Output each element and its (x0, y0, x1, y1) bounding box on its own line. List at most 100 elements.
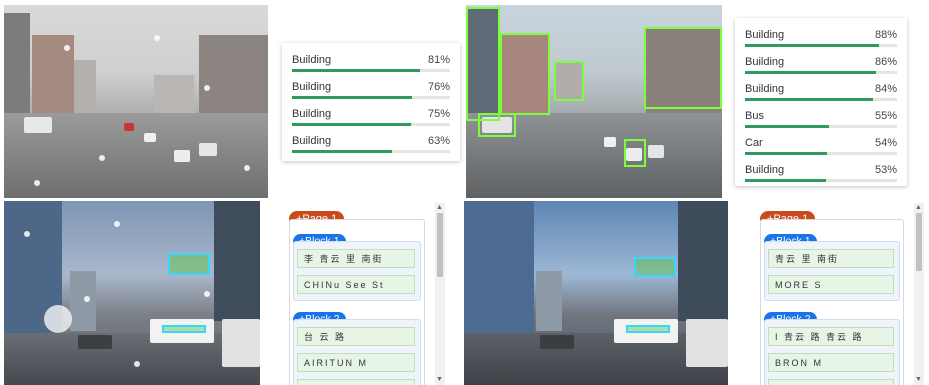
snowflake (34, 180, 40, 186)
building-shape (678, 201, 728, 321)
car-shape (540, 335, 574, 349)
labels-card: Building 81% Building 76% Building 75% B… (282, 43, 460, 161)
label-score: 54% (874, 137, 897, 149)
score-track (292, 96, 450, 99)
sign-text-box (168, 253, 210, 275)
ocr-line[interactable]: BRON M (768, 353, 894, 372)
label-row: Building 84% (745, 83, 897, 109)
ocr-line[interactable]: AIRITUN M (297, 353, 415, 372)
score-fill (745, 44, 879, 47)
label-name: Building (745, 83, 785, 95)
snowflake (24, 231, 30, 237)
label-name: Building (745, 164, 785, 176)
input-image-snow (4, 201, 260, 385)
label-score: 75% (427, 108, 450, 120)
label-score: 53% (874, 164, 897, 176)
ocr-line (297, 379, 415, 385)
car-shape (174, 150, 190, 162)
label-name: Building (745, 56, 785, 68)
score-track (745, 44, 897, 47)
snowflake (204, 291, 210, 297)
scroll-down-icon[interactable]: ▼ (915, 376, 922, 384)
car-shape (199, 143, 217, 156)
building-shape (74, 60, 96, 120)
scrollbar[interactable]: ▲ ▼ (914, 203, 924, 385)
detection-box-building (644, 27, 722, 109)
label-name: Car (745, 137, 763, 149)
score-fill (745, 98, 873, 101)
ocr-line[interactable]: MORE S (768, 275, 894, 294)
truck-shape (222, 319, 260, 367)
detection-box-car (624, 139, 646, 167)
snowflake (84, 296, 90, 302)
snow-blur (44, 305, 72, 333)
label-score: 76% (427, 81, 450, 93)
snowflake (99, 155, 105, 161)
car-shape (648, 145, 664, 158)
label-score: 84% (874, 83, 897, 95)
score-fill (745, 125, 829, 128)
detection-box-building (554, 61, 584, 101)
scrollbar[interactable]: ▲ ▼ (435, 203, 445, 385)
label-row: Building 76% (292, 81, 450, 107)
label-score: 63% (427, 135, 450, 147)
snowflake (244, 165, 250, 171)
car-shape (604, 137, 616, 147)
score-fill (292, 69, 420, 72)
score-fill (745, 152, 828, 155)
ocr-line[interactable]: I 青云 路 青云 路 (768, 327, 894, 346)
sign-text-box (634, 257, 676, 277)
scroll-thumb[interactable] (916, 213, 922, 271)
scroll-up-icon[interactable]: ▲ (915, 204, 922, 212)
label-name: Building (745, 29, 785, 41)
ocr-result-panel[interactable]: +Page 1 +Block 1 青云 里 南街 MORE S +Block 2… (756, 203, 926, 385)
building-shape (536, 271, 562, 331)
score-fill (292, 96, 413, 99)
score-track (292, 69, 450, 72)
snowflake (134, 361, 140, 367)
ocr-line[interactable]: 李 青云 里 南街 (297, 249, 415, 268)
bus-text-box (626, 325, 670, 333)
label-name: Building (292, 54, 332, 66)
ocr-line[interactable]: 台 云 路 (297, 327, 415, 346)
score-track (292, 150, 450, 153)
label-row: Bus 55% (745, 110, 897, 136)
bus-shape (24, 117, 52, 133)
output-image-detection (466, 5, 722, 198)
car-shape (124, 123, 134, 131)
truck-shape (686, 319, 728, 367)
detection-box-bus (478, 113, 516, 137)
ocr-result-panel[interactable]: +Page 1 +Block 1 李 青云 里 南街 CHINu See St … (285, 203, 445, 385)
ocr-line[interactable]: CHINu See St (297, 275, 415, 294)
label-row: Car 54% (745, 137, 897, 163)
score-track (292, 123, 450, 126)
label-row: Building 75% (292, 108, 450, 134)
label-row: Building 63% (292, 135, 450, 161)
score-fill (292, 123, 411, 126)
snowflake (154, 35, 160, 41)
input-image-fog (4, 5, 268, 198)
output-image-ocr (464, 201, 728, 385)
label-name: Building (292, 81, 332, 93)
snowflake (114, 221, 120, 227)
scroll-up-icon[interactable]: ▲ (436, 204, 443, 212)
score-fill (745, 71, 876, 74)
label-row: Building 88% (745, 29, 897, 55)
car-shape (144, 133, 156, 142)
label-score: 55% (874, 110, 897, 122)
snowflake (64, 45, 70, 51)
car-shape (78, 335, 112, 349)
ocr-line (768, 379, 894, 385)
scroll-down-icon[interactable]: ▼ (436, 376, 443, 384)
bus-text-box (162, 325, 206, 333)
label-name: Building (292, 135, 332, 147)
building-shape (464, 201, 534, 341)
labels-card: Building 88% Building 86% Building 84% B… (735, 18, 907, 186)
label-score: 88% (874, 29, 897, 41)
score-track (745, 125, 897, 128)
score-track (745, 152, 897, 155)
ocr-line[interactable]: 青云 里 南街 (768, 249, 894, 268)
score-track (745, 98, 897, 101)
scroll-thumb[interactable] (437, 213, 443, 277)
detection-box-building (466, 7, 500, 121)
